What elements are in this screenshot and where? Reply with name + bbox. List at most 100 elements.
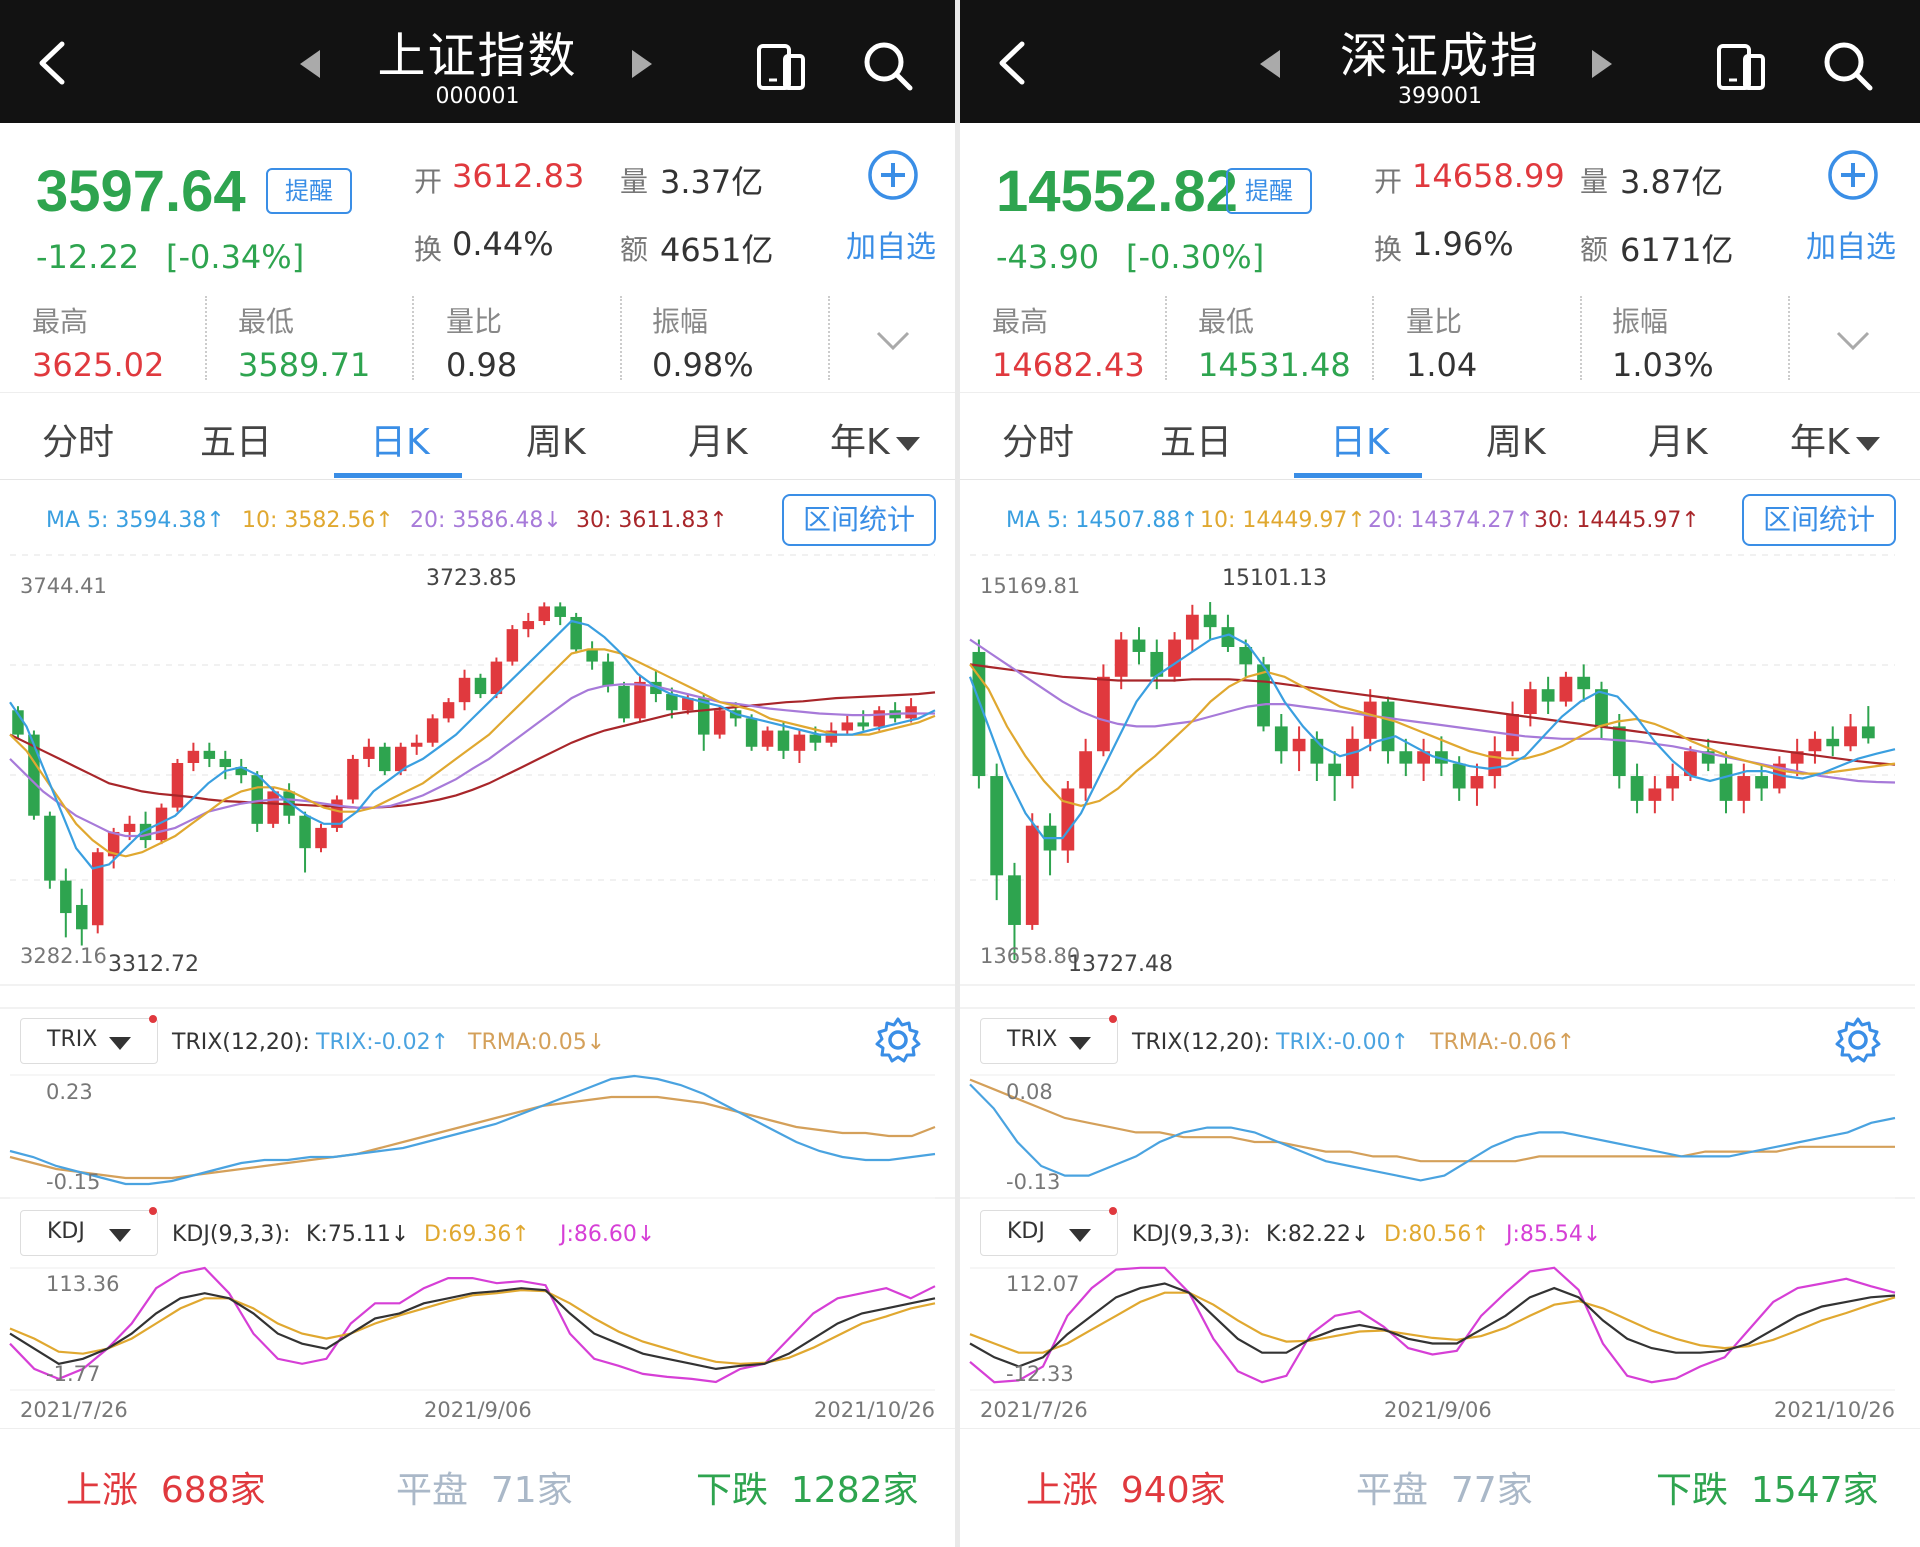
unchanged: 平盘 71家 (396, 1470, 573, 1511)
candle-body (777, 730, 790, 751)
kline-high-marker: 3723.85 (426, 566, 517, 591)
candle-body (1666, 776, 1680, 789)
candle-body (1737, 776, 1751, 801)
date-label-start: 2021/7/26 (980, 1398, 1088, 1422)
candle-body (299, 815, 311, 849)
candle-body (123, 823, 136, 832)
candle-body (1185, 614, 1199, 640)
kline-axis-top: 3744.41 (20, 574, 107, 598)
candle-body (219, 758, 232, 768)
kdj-axis-top: 113.36 (46, 1272, 120, 1296)
panel-shanghai: 上证指数 000001 3597.64 提醒 -12.22 [-0.34%] 开… (0, 0, 955, 1547)
candle-body (1452, 763, 1466, 789)
trix-indicator-select[interactable]: TRIX (980, 1015, 1118, 1064)
kline-high-marker: 15101.13 (1222, 566, 1327, 591)
candle-body (1025, 825, 1039, 925)
trma-value: TRMA:0.05↓ (468, 1030, 606, 1055)
candle-body (1523, 689, 1537, 715)
candle-body (666, 694, 678, 711)
decliners: 下跌 1547家 (1656, 1470, 1879, 1511)
trix-line (969, 1083, 1896, 1182)
trix-axis-top: 0.23 (46, 1080, 93, 1104)
candle-body (1719, 763, 1733, 801)
kdj-indicator-select[interactable]: KDJ (980, 1207, 1118, 1256)
date-label-end: 2021/10/26 (814, 1398, 936, 1422)
date-label-end: 2021/10/26 (1774, 1398, 1896, 1422)
trix-value: TRIX:-0.00↑ (1276, 1030, 1410, 1055)
candle-body (1079, 751, 1093, 789)
kdj-indicator-select[interactable]: KDJ (20, 1207, 158, 1256)
kdj-axis-top: 112.07 (1006, 1272, 1080, 1296)
candle-body (1648, 788, 1662, 801)
kline-low-marker: 13727.48 (1068, 952, 1173, 977)
candle-body (267, 791, 279, 824)
candle-body (426, 718, 439, 743)
candle-body (1612, 726, 1626, 777)
kdj-axis-bottom: -12.33 (1006, 1362, 1074, 1386)
decliners: 下跌 1282家 (696, 1470, 919, 1511)
candle-body (554, 606, 566, 617)
candle-body (347, 758, 359, 800)
candle-body (474, 677, 487, 695)
trma-line (9, 1095, 936, 1180)
candle-body (713, 710, 726, 735)
candle-body (1826, 738, 1840, 747)
candle-body (1755, 776, 1768, 789)
candle-body (634, 681, 646, 719)
kdj-d-line (9, 1289, 936, 1365)
candle-body (91, 852, 104, 926)
kdj-params: KDJ(9,3,3): (172, 1222, 291, 1247)
kdj-j-line (969, 1266, 1896, 1384)
candle-body (490, 661, 503, 695)
date-label-start: 2021/7/26 (20, 1398, 128, 1422)
trix-axis-top: 0.08 (1006, 1080, 1053, 1104)
candle-body (187, 750, 200, 763)
unchanged: 平盘 77家 (1356, 1470, 1533, 1511)
candle-body (602, 661, 614, 686)
candle-body (1470, 776, 1484, 789)
trix-line (9, 1074, 936, 1186)
candle-body (410, 742, 423, 747)
candle-body (1577, 676, 1591, 690)
gear-icon[interactable] (874, 1016, 922, 1064)
candle-body (1488, 751, 1502, 777)
trix-indicator-select[interactable]: TRIX (20, 1015, 158, 1064)
candle-body (618, 685, 630, 719)
candle-body (745, 718, 758, 747)
date-label-mid: 2021/9/06 (424, 1398, 532, 1422)
candle-body (793, 734, 806, 751)
trix-axis-bottom: -0.13 (1006, 1170, 1061, 1194)
candle-body (1114, 639, 1128, 677)
candle-body (1844, 726, 1857, 747)
candle-body (857, 722, 869, 727)
candle-body (1559, 676, 1573, 702)
kline-axis-bottom: 3282.16 (20, 944, 107, 968)
candle-body (761, 730, 774, 747)
kdj-j-value: J:85.54↓ (1506, 1222, 1602, 1247)
trix-params: TRIX(12,20): (1132, 1030, 1270, 1055)
candle-body (76, 904, 88, 930)
candle-body (1292, 738, 1306, 752)
candle-body (60, 880, 72, 914)
candle-body (1399, 751, 1413, 764)
candle-body (1274, 726, 1288, 752)
candle-body (1541, 689, 1555, 702)
candle-body (251, 775, 263, 824)
gear-icon[interactable] (1834, 1016, 1882, 1064)
candle-body (1097, 676, 1110, 752)
candle-body (905, 706, 917, 719)
advancers: 上涨 688家 (66, 1470, 266, 1511)
ma20-line (9, 683, 935, 838)
candle-body (203, 750, 216, 759)
kdj-k-value: K:82.22↓ (1266, 1222, 1370, 1247)
candle-body (809, 734, 822, 743)
candle-body (379, 746, 391, 772)
trix-params: TRIX(12,20): (172, 1030, 310, 1055)
kdj-j-line (9, 1266, 936, 1384)
kdj-d-value: D:69.36↑ (424, 1222, 530, 1247)
candle-body (363, 746, 375, 759)
kdj-k-value: K:75.11↓ (306, 1222, 410, 1247)
advancers: 上涨 940家 (1026, 1470, 1226, 1511)
trma-line (969, 1078, 1895, 1163)
candle-body (1328, 763, 1342, 777)
